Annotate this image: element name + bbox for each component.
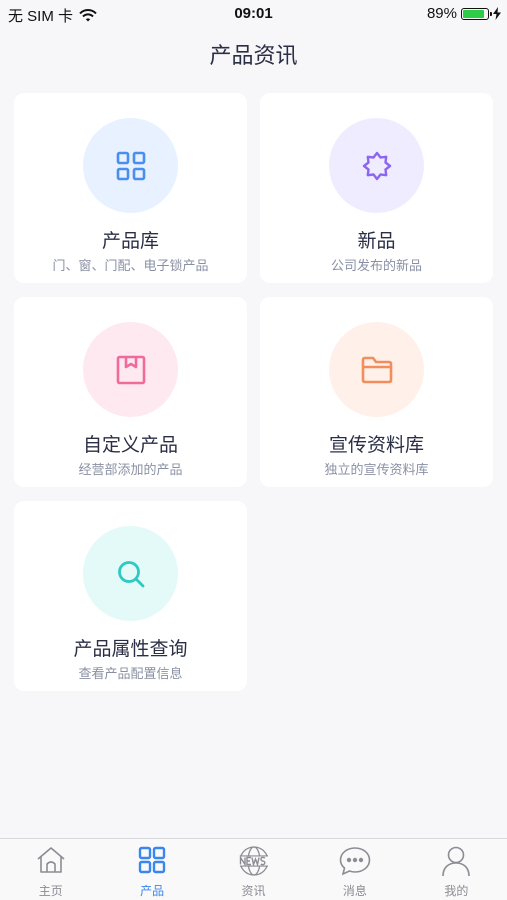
home-icon [37,847,65,873]
card-icon-circle [83,526,178,621]
card-custom-products[interactable]: 自定义产品 经营部添加的产品 [14,297,247,487]
card-title: 自定义产品 [82,434,178,456]
card-icon-circle [329,322,424,417]
chat-bubble-icon [339,847,371,876]
tab-label: 主页 [38,884,63,898]
tab-label: 消息 [342,884,367,898]
battery-area: 89% [427,5,501,22]
card-title: 产品属性查询 [73,638,188,660]
card-title: 宣传资料库 [328,434,424,456]
person-icon [442,846,471,877]
battery-icon [461,7,492,20]
bottom-tab-bar: 主页 产品 资讯 消息 我的 [0,838,507,900]
box-icon [116,355,145,384]
battery-percent: 89% [426,5,457,22]
tab-label: 产品 [140,884,165,898]
card-icon-circle [83,322,178,417]
tab-label: 我的 [444,884,469,898]
tab-label: 资讯 [241,884,266,898]
card-subtitle: 经营部添加的产品 [78,463,183,478]
card-icon-circle [83,118,178,213]
card-promo-library[interactable]: 宣传资料库 独立的宣传资料库 [260,297,493,487]
status-bar: 无 SIM 卡 09:01 89% [0,0,507,28]
tab-profile[interactable]: 我的 [406,839,507,900]
grid-icon [116,151,145,180]
grid-icon [138,846,166,874]
tab-home[interactable]: 主页 [0,839,101,900]
badge-icon [362,151,391,180]
card-title: 新品 [357,230,396,252]
card-subtitle: 独立的宣传资料库 [324,463,429,478]
card-attribute-query[interactable]: 产品属性查询 查看产品配置信息 [14,501,247,691]
folder-icon [361,356,392,383]
tab-products[interactable]: 产品 [101,839,202,900]
tab-messages[interactable]: 消息 [304,839,405,900]
card-title: 产品库 [101,230,159,252]
card-subtitle: 查看产品配置信息 [78,667,183,682]
card-subtitle: 公司发布的新品 [330,259,422,274]
news-globe-icon [238,846,269,876]
charging-bolt-icon [493,7,501,20]
card-icon-circle [329,118,424,213]
card-subtitle: 门、窗、门配、电子锁产品 [52,259,209,274]
card-new-products[interactable]: 新品 公司发布的新品 [260,93,493,283]
tab-news[interactable]: 资讯 [203,839,304,900]
search-icon [117,560,144,587]
card-product-library[interactable]: 产品库 门、窗、门配、电子锁产品 [14,93,247,283]
page-title: 产品资讯 [209,44,298,69]
